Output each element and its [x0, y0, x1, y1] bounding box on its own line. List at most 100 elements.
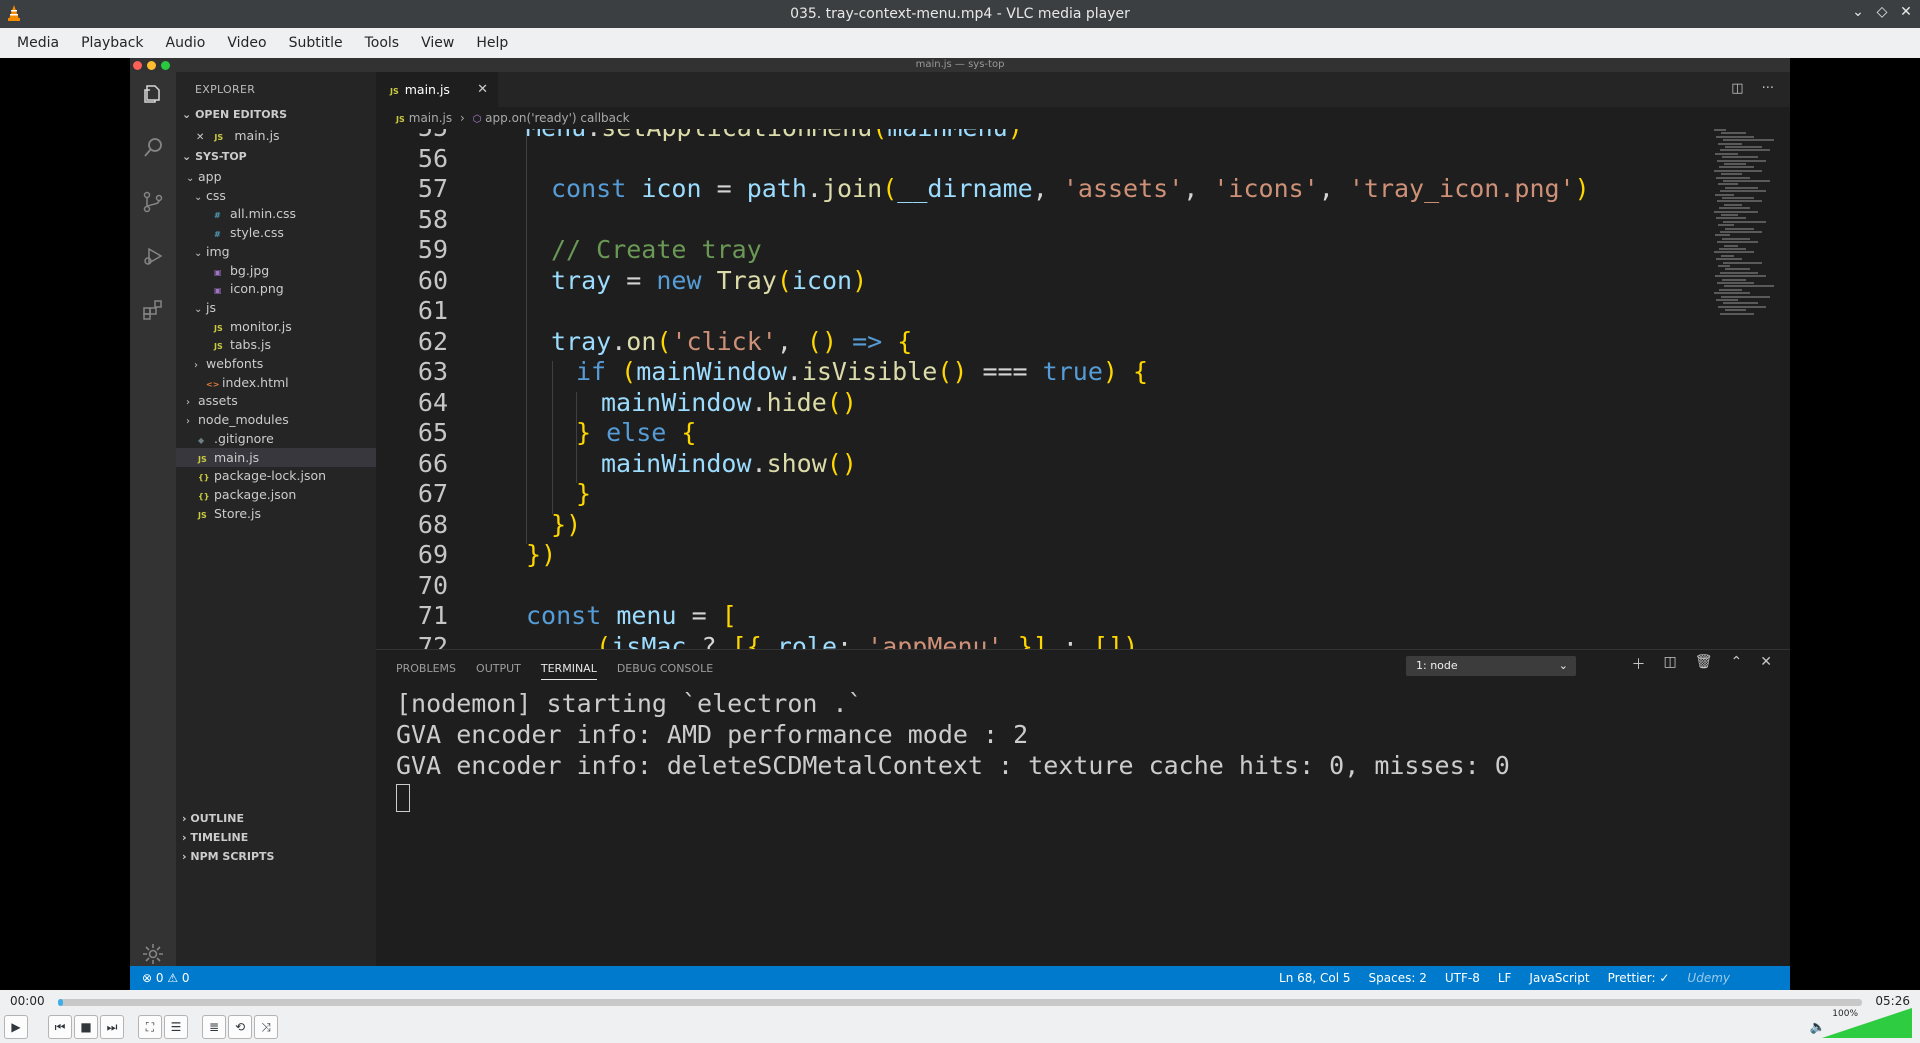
tree-item-label: package-lock.json [214, 468, 327, 484]
menu-subtitle[interactable]: Subtitle [278, 35, 354, 51]
minimap-line [1723, 261, 1762, 264]
minimap-line [1725, 309, 1746, 312]
mac-close-dot [133, 61, 142, 70]
minimap-line [1716, 217, 1746, 220]
language-mode: JavaScript [1529, 971, 1590, 985]
vscode-screencast: main.js — sys-top EXPLORER ⌄ OPEN EDITOR… [130, 58, 1790, 990]
menu-view[interactable]: View [410, 35, 465, 51]
tree-item-label: node_modules [198, 412, 289, 428]
code-line: mainWindow.show() [601, 448, 857, 478]
tree-item-label: js [206, 299, 216, 315]
extended-settings-button[interactable]: ☰ [164, 1015, 188, 1039]
terminal-output: [nodemon] starting `electron .` GVA encod… [396, 688, 1510, 812]
minimap-line [1716, 135, 1754, 138]
line-number: 55 [376, 129, 448, 142]
vscode-status-bar: ⊗ 0 ⚠ 0 Ln 68, Col 5 Spaces: 2 UTF-8 LF … [130, 966, 1790, 990]
npm-scripts-section: › NPM SCRIPTS [176, 847, 376, 867]
minimap-line [1715, 193, 1734, 196]
code-editor: 55 Menu.setApplicationMenu(mainMenu) 5657 c… [376, 129, 1790, 649]
vscode-title-text: main.js — sys-top [915, 59, 1005, 70]
tree-file: {} package.json [176, 485, 376, 504]
chevron-right-icon: › [182, 812, 187, 825]
next-icon: ⏭ [106, 1020, 118, 1034]
breadcrumb: JS main.js › ⬡ app.on('ready') callback [376, 107, 1790, 129]
project-label: SYS-TOP [195, 150, 247, 163]
minimap-line [1714, 129, 1726, 131]
play-button[interactable]: ▶ [4, 1015, 28, 1039]
tree-item-label: monitor.js [230, 318, 292, 334]
seek-slider[interactable] [58, 999, 1862, 1006]
minimap-line [1723, 220, 1766, 223]
video-area[interactable]: main.js — sys-top EXPLORER ⌄ OPEN EDITOR… [0, 58, 1920, 990]
playlist-button[interactable]: ≣ [202, 1015, 226, 1039]
tab-label: main.js [404, 82, 450, 97]
maximize-button[interactable]: ◇ [1874, 4, 1890, 20]
tree-folder: ⌄ img [176, 242, 376, 261]
menu-help[interactable]: Help [465, 35, 519, 51]
close-button[interactable]: ✕ [1898, 4, 1914, 20]
minimap-line [1724, 203, 1742, 206]
window-title: 035. tray-context-menu.mp4 - VLC media p… [790, 6, 1130, 22]
line-number: 61 [417, 296, 448, 325]
line-number: 65 [417, 418, 448, 447]
minimap-line [1720, 190, 1766, 193]
menu-video[interactable]: Video [216, 35, 277, 51]
next-button[interactable]: ⏭ [100, 1015, 124, 1039]
minimap-line [1719, 248, 1746, 250]
tab-main-js: JS main.js ✕ [376, 72, 498, 107]
tree-file: {} package-lock.json [176, 466, 376, 485]
extensions-icon [141, 298, 165, 322]
chevron-right-icon: › [459, 111, 465, 125]
shuffle-button[interactable]: ⤨ [254, 1015, 278, 1039]
terminal-line: GVA encoder info: AMD performance mode :… [396, 720, 1029, 749]
outline-section: › OUTLINE [176, 809, 376, 829]
terminal-line: GVA encoder info: deleteSCDMetalContext … [396, 751, 1510, 780]
code-line: const icon = path.join(__dirname, 'asset… [551, 174, 1590, 203]
minimap-line [1723, 180, 1770, 182]
tree-file: JS main.js [176, 447, 376, 467]
menu-media[interactable]: Media [6, 35, 70, 51]
volume-slider[interactable] [1822, 1008, 1912, 1038]
vlc-menu-bar: Media Playback Audio Video Subtitle Tool… [0, 28, 1920, 58]
open-editors-section: ⌄ OPEN EDITORS [176, 105, 376, 125]
loop-button[interactable]: ⟲ [228, 1015, 252, 1039]
tree-item-label: webfonts [206, 356, 264, 371]
fullscreen-button[interactable]: ⛶ [138, 1015, 162, 1039]
chevron-up-icon: ⌃ [1730, 654, 1743, 670]
line-number: 67 [417, 479, 448, 508]
tree-folder: ⌄ js [176, 298, 376, 317]
previous-button[interactable]: ⏮ [48, 1015, 72, 1039]
line-number: 70 [417, 570, 448, 600]
stop-button[interactable]: ■ [74, 1015, 98, 1039]
minimap-line [1715, 234, 1730, 237]
minimap-line [1722, 197, 1754, 199]
minimap-line [1725, 268, 1750, 271]
line-number: 63 [417, 357, 448, 386]
minimize-button[interactable]: ⌄ [1850, 4, 1866, 20]
explorer-header: EXPLORER [195, 83, 256, 96]
close-icon: ✕ [1760, 654, 1772, 670]
code-line: tray.on('click', () => { [551, 326, 913, 356]
minimap-line [1721, 214, 1738, 216]
tree-item-label: all.min.css [230, 206, 297, 222]
minimap-line [1719, 166, 1754, 169]
tree-folder: ⌄ css [176, 186, 376, 205]
breadcrumb-file: main.js [408, 111, 453, 125]
tree-item-label: img [206, 243, 230, 259]
menu-playback[interactable]: Playback [70, 35, 154, 51]
code-line: Menu.setApplicationMenu(mainMenu) [526, 129, 1023, 142]
volume-fill [1822, 1008, 1912, 1038]
split-editor-icon: ◫ [1731, 81, 1744, 96]
minimap-line [1722, 237, 1750, 240]
minimap-line [1716, 176, 1750, 179]
udemy-watermark: Udemy [1687, 971, 1730, 985]
minimap-line [1718, 305, 1766, 308]
terminal-select-value: 1: node [1416, 659, 1458, 672]
menu-audio[interactable]: Audio [155, 35, 217, 51]
menu-tools[interactable]: Tools [354, 35, 411, 51]
minimap-line [1720, 149, 1770, 152]
tree-folder: ⌄ app [176, 167, 376, 186]
minimap-line [1722, 156, 1758, 159]
vscode-window-title: main.js — sys-top [130, 58, 1790, 72]
minimap-line [1718, 142, 1742, 145]
